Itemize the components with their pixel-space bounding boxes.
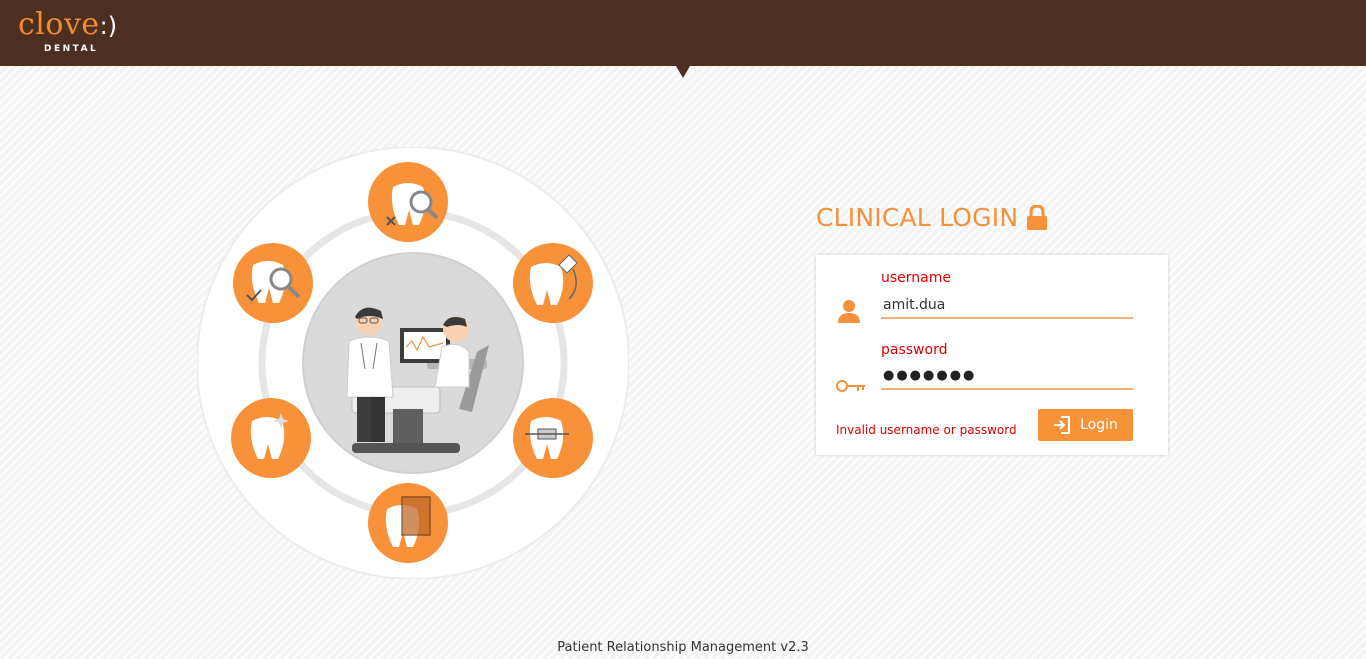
login-button[interactable]: Login: [1038, 409, 1133, 441]
lock-icon: [1027, 204, 1048, 230]
login-card: username amit.dua password ●●●●●●● Inval…: [816, 255, 1168, 455]
login-error-message: Invalid username or password: [836, 423, 1017, 437]
tooth-whitening-icon: [231, 398, 311, 478]
footer-version: Patient Relationship Management v2.3: [557, 640, 809, 655]
logo-subtitle: DENTAL: [44, 44, 99, 54]
tooth-scaling-icon: [513, 243, 593, 323]
password-input[interactable]: ●●●●●●●: [881, 364, 1133, 390]
header-notch: [676, 66, 690, 78]
username-label: username: [881, 270, 951, 286]
key-icon: [836, 380, 865, 392]
user-icon: [838, 300, 860, 323]
dental-services-illustration: [197, 147, 629, 579]
dentist-scene: [302, 252, 524, 474]
tooth-examination-icon: [368, 162, 448, 242]
password-label: password: [881, 342, 948, 358]
clove-dental-logo[interactable]: clove:) DENTAL: [18, 7, 118, 55]
top-bar: clove:) DENTAL: [0, 0, 1366, 78]
login-title-text: CLINICAL LOGIN: [816, 203, 1019, 232]
tooth-checkup-icon: [233, 243, 313, 323]
login-button-label: Login: [1080, 417, 1118, 433]
tooth-braces-icon: [513, 398, 593, 478]
sign-in-icon: [1054, 416, 1071, 434]
logo-word: clove: [18, 7, 100, 42]
login-title: CLINICAL LOGIN: [816, 203, 1048, 232]
username-input[interactable]: amit.dua: [881, 293, 1133, 319]
logo-smile: :): [99, 12, 118, 40]
tooth-xray-icon: [368, 483, 448, 563]
